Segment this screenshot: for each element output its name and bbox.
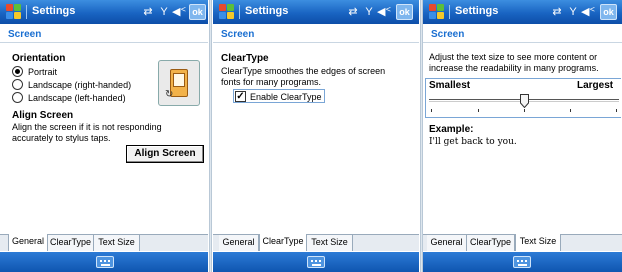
smallest-label: Smallest [429, 80, 471, 91]
tab-cleartype[interactable]: ClearType [259, 234, 307, 251]
example-text: I'll get back to you. [429, 137, 517, 147]
ok-button[interactable]: ok [189, 4, 206, 20]
textsize-description-line2: increase the readability in many program… [429, 63, 599, 73]
align-description-line2: accurately to stylus taps. [12, 133, 111, 143]
align-description-line1: Align the screen if it is not responding [12, 122, 162, 132]
radio-landscape-left[interactable] [12, 92, 23, 103]
slider-tick [478, 109, 479, 112]
cleartype-description-line2: fonts for many programs. [221, 77, 322, 87]
slider-tick [616, 109, 617, 112]
tab-general[interactable]: General [219, 235, 259, 251]
radio-landscape-left-label[interactable]: Landscape (left-handed) [28, 93, 126, 103]
cleartype-heading: ClearType [221, 53, 269, 64]
radio-portrait[interactable] [12, 66, 23, 77]
enable-cleartype-label[interactable]: Enable ClearType [250, 92, 322, 102]
title-bar: Settings ⇄ Y ◀ᑉ ok [0, 0, 208, 24]
screen-rotation-illustration: ↻ [158, 60, 200, 106]
textsize-description-line1: Adjust the text size to see more content… [429, 52, 598, 62]
cleartype-description-line1: ClearType smoothes the edges of screen [221, 66, 386, 76]
tab-bar: General ClearType Text Size [213, 234, 419, 251]
radio-landscape-right[interactable] [12, 79, 23, 90]
enable-cleartype-checkbox[interactable]: ✓ [235, 91, 246, 102]
slider-tick [570, 109, 571, 112]
radio-portrait-label[interactable]: Portrait [28, 67, 57, 77]
signal-icon[interactable]: Y [363, 4, 375, 20]
keyboard-icon[interactable] [513, 256, 531, 268]
menu-bar [0, 252, 208, 272]
window-title: Settings [32, 5, 76, 17]
speaker-icon[interactable]: ◀ᑉ [377, 4, 391, 20]
align-screen-heading: Align Screen [12, 110, 74, 121]
speaker-icon[interactable]: ◀ᑉ [581, 4, 595, 20]
signal-icon[interactable]: Y [567, 4, 579, 20]
example-heading: Example: [429, 124, 474, 135]
connectivity-icon[interactable]: ⇄ [346, 4, 360, 20]
title-bar: Settings ⇄ Y ◀ᑉ ok [423, 0, 622, 24]
text-size-slider-thumb[interactable] [519, 94, 529, 108]
align-screen-button[interactable]: Align Screen [126, 145, 204, 163]
radio-landscape-right-label[interactable]: Landscape (right-handed) [28, 80, 131, 90]
window-title: Settings [245, 5, 289, 17]
orientation-heading: Orientation [12, 53, 66, 64]
connectivity-icon[interactable]: ⇄ [550, 4, 564, 20]
connectivity-icon[interactable]: ⇄ [141, 4, 155, 20]
start-menu-icon[interactable] [429, 4, 445, 20]
signal-icon[interactable]: Y [158, 4, 170, 20]
largest-label: Largest [577, 80, 614, 91]
tab-general[interactable]: General [8, 234, 48, 251]
tab-text-size[interactable]: Text Size [94, 235, 140, 251]
keyboard-icon[interactable] [96, 256, 114, 268]
tab-cleartype[interactable]: ClearType [467, 235, 515, 251]
start-menu-icon[interactable] [219, 4, 235, 20]
slider-tick [431, 109, 432, 112]
keyboard-icon[interactable] [307, 256, 325, 268]
ok-button[interactable]: ok [396, 4, 413, 20]
section-header: Screen [423, 24, 622, 43]
start-menu-icon[interactable] [6, 4, 22, 20]
tab-text-size[interactable]: Text Size [515, 234, 561, 251]
screen-general-panel: Settings ⇄ Y ◀ᑉ ok Screen Orientation Po… [0, 0, 208, 272]
speaker-icon[interactable]: ◀ᑉ [172, 4, 186, 20]
ok-button[interactable]: ok [600, 4, 617, 20]
window-title: Settings [455, 5, 499, 17]
slider-tick [524, 109, 525, 112]
section-header: Screen [0, 24, 208, 43]
screen-cleartype-panel: Settings ⇄ Y ◀ᑉ ok Screen ClearType Clea… [213, 0, 419, 272]
tab-bar: General ClearType Text Size [0, 234, 208, 251]
title-bar: Settings ⇄ Y ◀ᑉ ok [213, 0, 419, 24]
section-header: Screen [213, 24, 419, 43]
tab-cleartype[interactable]: ClearType [48, 235, 94, 251]
tab-bar: General ClearType Text Size [423, 234, 622, 251]
tab-text-size[interactable]: Text Size [307, 235, 353, 251]
tab-general[interactable]: General [427, 235, 467, 251]
screen-textsize-panel: Settings ⇄ Y ◀ᑉ ok Screen Adjust the tex… [423, 0, 622, 272]
menu-bar [423, 252, 622, 272]
menu-bar [213, 252, 419, 272]
